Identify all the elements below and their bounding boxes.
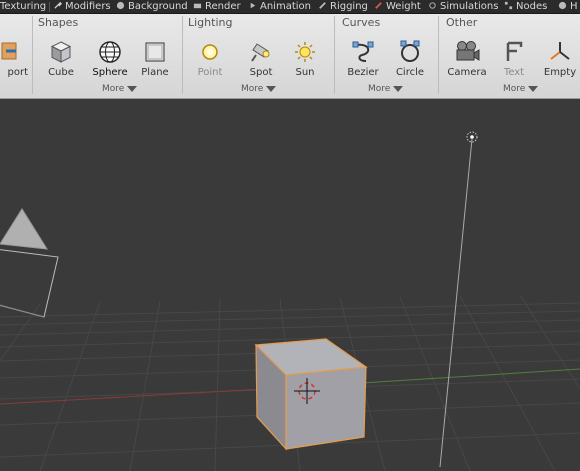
group-separator [32,16,33,94]
tool-label: Plane [141,67,169,78]
chevron-down-icon [266,86,277,92]
sun-icon [295,42,315,62]
tab-background[interactable]: Background [116,0,188,13]
other-more-button[interactable]: More [503,84,539,94]
more-label: More [368,84,391,94]
add-text-button[interactable]: Text [490,36,538,88]
tab-rigging[interactable]: Rigging [318,0,368,13]
group-separator [334,16,335,94]
import-label: port [7,67,29,78]
shapes-more-button[interactable]: More [102,84,138,94]
tab-nodes[interactable]: Nodes [504,0,547,13]
tab-label: Background [128,1,188,12]
brush-icon [375,2,382,9]
import-icon [1,42,17,60]
add-sphere-button[interactable]: Sphere [86,36,134,88]
more-label: More [241,84,264,94]
play-icon [250,2,256,9]
spot-light-icon [251,43,270,62]
tool-label: Camera [447,67,487,78]
add-circle-curve-button[interactable]: Circle [386,36,434,88]
more-label: More [102,84,125,94]
help-icon [558,1,567,10]
group-label-shapes: Shapes [38,16,79,29]
tab-label: Animation [260,1,311,12]
add-bezier-button[interactable]: Bezier [339,36,387,88]
add-camera-button[interactable]: Camera [443,36,491,88]
physics-icon [429,2,436,9]
tab-simulations[interactable]: Simulations [428,0,498,13]
tool-label: Point [197,67,223,78]
tab-label: Simulations [440,1,499,12]
camera-icon [456,41,480,61]
group-label-other: Other [446,16,478,29]
curves-more-button[interactable]: More [368,84,404,94]
tab-label: Nodes [516,1,548,12]
selected-cube[interactable] [254,338,368,451]
add-object-ribbon: port Shapes Cube Sphere Plane More Light… [0,14,580,106]
tab-label: Modifiers [65,1,111,12]
tool-label: Sphere [92,67,128,78]
chevron-down-icon [528,86,539,92]
camera-icon [193,3,202,9]
tab-h[interactable]: H [558,0,578,13]
tab-separator [49,2,50,12]
add-point-light-button[interactable]: Point [186,36,234,88]
tab-render[interactable]: Render [193,0,241,13]
group-label-curves: Curves [342,16,381,29]
group-label-lighting: Lighting [188,16,233,29]
cube-icon [50,41,72,63]
3d-viewport[interactable] [0,99,580,471]
tab-label: Render [205,1,241,12]
nodes-icon [504,1,513,10]
workspace-tab-bar: Texturing Modifiers Background Render An… [0,0,580,14]
circle-curve-icon [400,40,420,62]
wrench-icon [54,1,62,9]
lighting-more-button[interactable]: More [241,84,277,94]
point-light-icon [202,44,218,60]
text-f-icon [506,41,523,61]
tab-weight[interactable]: Weight [374,0,421,13]
empty-axes-icon [550,42,570,60]
chevron-down-icon [393,86,404,92]
more-label: More [503,84,526,94]
tab-label: Rigging [330,1,368,12]
bezier-curve-icon [352,41,374,62]
tool-label: Spot [249,67,273,78]
tool-label: Empty [543,67,577,78]
tool-label: Bezier [347,67,379,78]
tab-animation[interactable]: Animation [248,0,311,13]
globe-icon [116,1,125,10]
tab-label: H [570,1,578,12]
tool-label: Cube [48,67,74,78]
tab-modifiers[interactable]: Modifiers [53,0,111,13]
tool-label: Circle [395,67,425,78]
tool-label: Sun [295,67,315,78]
plane-icon [145,42,165,62]
tab-label: Weight [386,1,421,12]
group-separator [182,16,183,94]
add-empty-button[interactable]: Empty [536,36,580,88]
group-separator [438,16,439,94]
tab-texturing[interactable]: Texturing [0,0,46,13]
import-button[interactable]: port [0,36,30,88]
add-sun-light-button[interactable]: Sun [281,36,329,88]
bone-icon [319,2,326,9]
add-plane-button[interactable]: Plane [131,36,179,88]
chevron-down-icon [127,86,138,92]
add-cube-button[interactable]: Cube [37,36,85,88]
sphere-icon [99,41,121,63]
tab-label: Texturing [0,1,47,12]
tool-label: Text [503,67,525,78]
add-spot-light-button[interactable]: Spot [237,36,285,88]
